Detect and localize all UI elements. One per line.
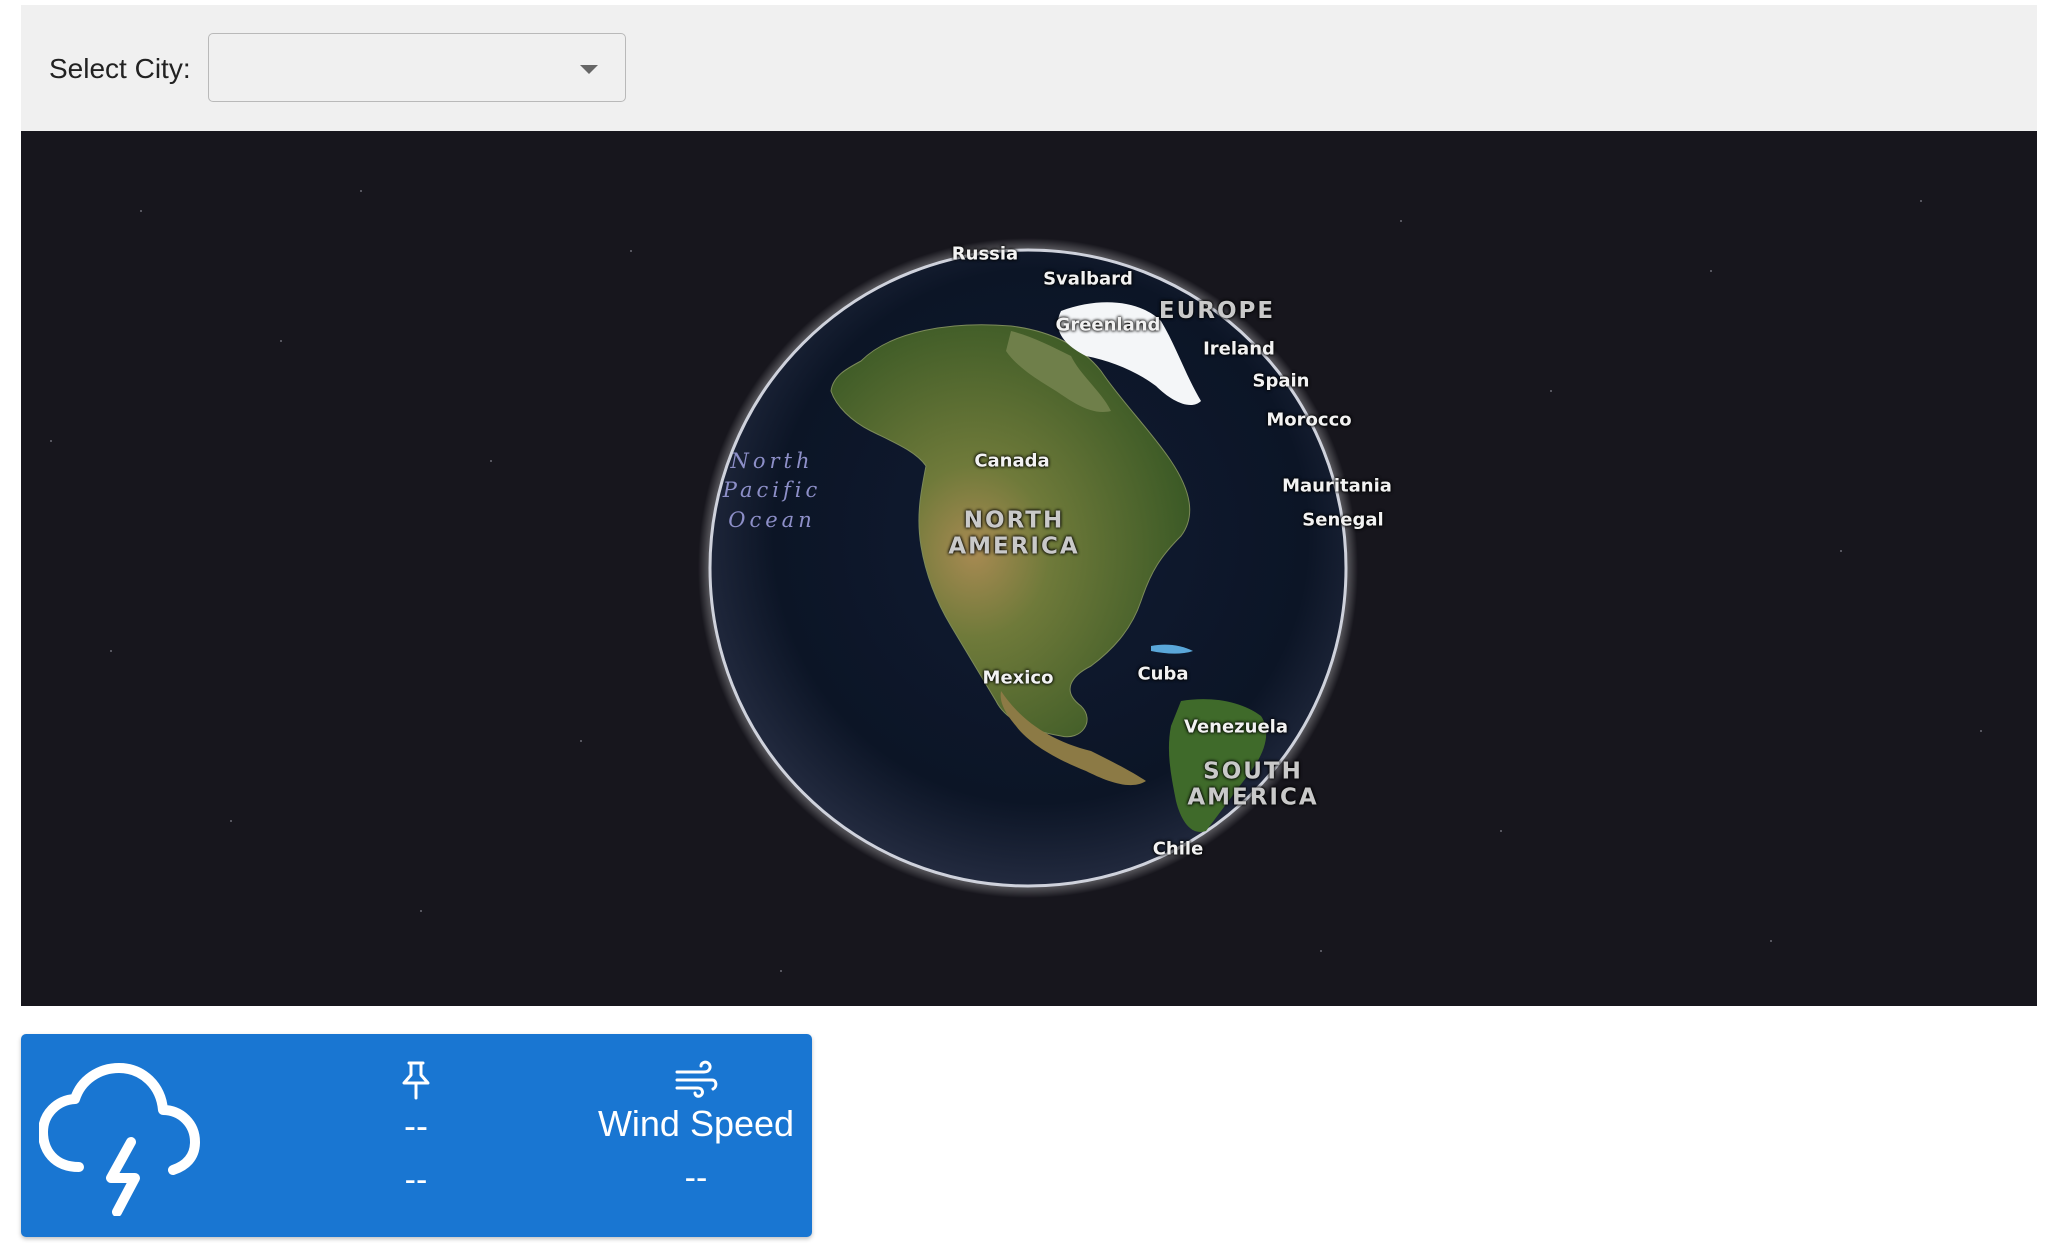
map-label-senegal: Senegal (1302, 509, 1384, 531)
wind-title: Wind Speed (597, 1103, 795, 1144)
city-select[interactable] (208, 33, 626, 102)
map-label-morocco: Morocco (1266, 409, 1352, 431)
map-label-north-america: NORTH AMERICA (948, 507, 1080, 560)
map-label-south-america: SOUTH AMERICA (1187, 758, 1319, 811)
pressure-title: -- (404, 1105, 428, 1146)
weather-card: -- -- Wind Speed -- (21, 1034, 812, 1237)
map-label-canada: Canada (974, 450, 1050, 472)
wind-value: -- (684, 1159, 708, 1197)
wind-icon (675, 1060, 718, 1098)
wind-metric: Wind Speed -- (571, 1060, 821, 1198)
map-label-svalbard: Svalbard (1043, 268, 1133, 290)
map-label-europe: EUROPE (1158, 297, 1276, 324)
pushpin-icon (402, 1061, 430, 1100)
city-toolbar: Select City: (21, 5, 2037, 131)
globe-map[interactable]: Russia Svalbard Greenland EUROPE Ireland… (21, 131, 2037, 1006)
cloud-lightning-icon (39, 1063, 200, 1216)
map-label-mauritania: Mauritania (1282, 475, 1392, 497)
pressure-metric: -- -- (341, 1060, 491, 1200)
map-label-ireland: Ireland (1203, 338, 1275, 360)
map-label-north-pacific-ocean: North Pacific Ocean (722, 448, 822, 532)
map-label-cuba: Cuba (1137, 663, 1189, 685)
select-city-label: Select City: (49, 53, 191, 84)
pressure-value: -- (404, 1161, 428, 1199)
map-label-venezuela: Venezuela (1184, 716, 1288, 738)
map-label-greenland: Greenland (1055, 314, 1161, 336)
globe-canvas[interactable] (21, 131, 2037, 1006)
chevron-down-icon[interactable] (580, 65, 598, 74)
map-label-russia: Russia (951, 243, 1019, 265)
map-label-mexico: Mexico (982, 667, 1054, 689)
map-label-spain: Spain (1252, 370, 1310, 392)
map-label-chile: Chile (1152, 838, 1204, 860)
